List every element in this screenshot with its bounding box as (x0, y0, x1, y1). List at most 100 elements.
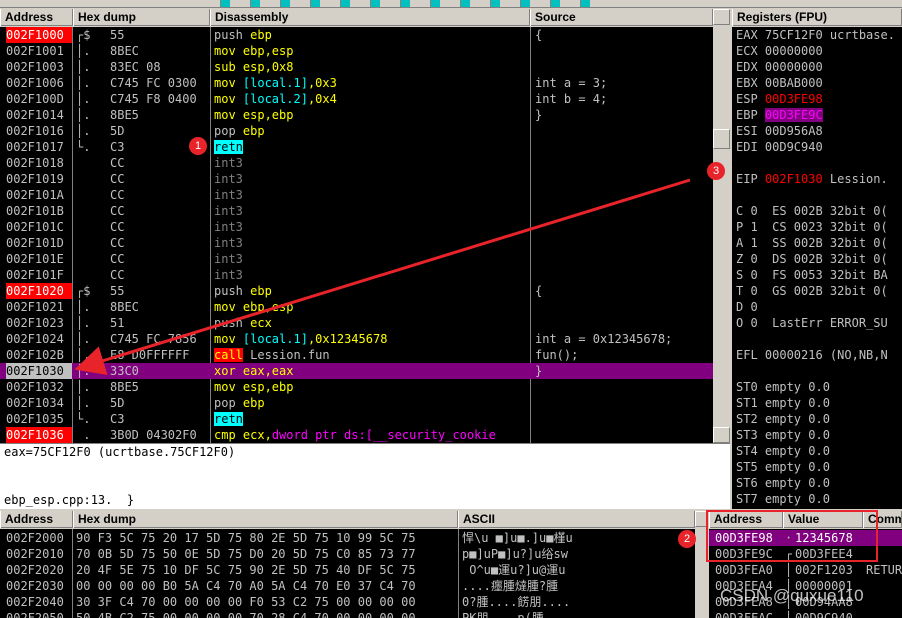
col-disassembly[interactable]: Disassembly (210, 9, 530, 26)
dump-row[interactable]: 002F2050 50 4B C2 75 00 00 00 00 70 28 C4… (0, 610, 695, 618)
disasm-address[interactable]: 002F1000 (6, 27, 72, 43)
disasm-row[interactable]: 002F1024 │. C745 FC 7856 mov [local.1],0x12… (0, 331, 713, 347)
disasm-instruction[interactable]: push ebp (214, 283, 528, 299)
disasm-instruction[interactable]: pop ebp (214, 395, 528, 411)
disasm-address[interactable]: 002F102B (6, 347, 72, 363)
stack-address[interactable]: 00D3FEA0 (715, 562, 773, 578)
disasm-row[interactable]: 002F1020 ┌$ 55 push ebp { (0, 283, 713, 299)
register-line[interactable]: 3 2 1 (736, 507, 902, 509)
dump-address[interactable]: 002F2030 (6, 578, 64, 594)
disasm-address[interactable]: 002F101C (6, 219, 72, 235)
disasm-instruction[interactable]: pop ebp (214, 123, 528, 139)
disasm-instruction[interactable]: int3 (214, 171, 528, 187)
disasm-row[interactable]: 002F101A CC int3 (0, 187, 713, 203)
disasm-row[interactable]: 002F101C CC int3 (0, 219, 713, 235)
col-address[interactable]: Address (0, 511, 73, 528)
disasm-row[interactable]: 002F1018 CC int3 (0, 155, 713, 171)
dump-address[interactable]: 002F2020 (6, 562, 64, 578)
disasm-address[interactable]: 002F101A (6, 187, 72, 203)
scroll-thumb[interactable] (713, 129, 730, 149)
disasm-address[interactable]: 002F101B (6, 203, 72, 219)
dump-row[interactable]: 002F2020 20 4F 5E 75 10 DF 5C 75 90 2E 5D… (0, 562, 695, 578)
disasm-instruction[interactable]: mov ebp,esp (214, 299, 528, 315)
disassembly-pane[interactable]: 002F1000 ┌$ 55 push ebp {002F1001 │. 8BEC mov e… (0, 27, 713, 443)
disasm-address[interactable]: 002F101F (6, 267, 72, 283)
disasm-address[interactable]: 002F1021 (6, 299, 72, 315)
disasm-instruction[interactable]: retn (214, 411, 528, 427)
register-line[interactable]: ST7 empty 0.0 (736, 491, 902, 507)
toolbar-button-strip[interactable] (210, 0, 610, 7)
disasm-address[interactable]: 002F1034 (6, 395, 72, 411)
registers-title[interactable]: Registers (FPU) (732, 9, 902, 26)
register-line[interactable]: ST5 empty 0.0 (736, 459, 902, 475)
stack-row[interactable]: 00D3FEAC │ 00D9C940 (709, 610, 902, 618)
dump-address[interactable]: 002F2040 (6, 594, 64, 610)
disasm-row[interactable]: 002F1021 │. 8BEC mov ebp,esp (0, 299, 713, 315)
disasm-row[interactable]: 002F1006 │. C745 FC 0300 mov [local.1],0x3 i… (0, 75, 713, 91)
col-hex-dump[interactable]: Hex dump (73, 9, 210, 26)
disasm-row[interactable]: 002F1032 │. 8BE5 mov esp,ebp (0, 379, 713, 395)
disasm-row[interactable]: 002F1036 . 3B0D 04302F0 cmp ecx,dword ptr … (0, 427, 713, 443)
register-line[interactable]: EBP 00D3FE9C (736, 107, 902, 123)
disasm-instruction[interactable]: retn (214, 139, 528, 155)
disasm-address[interactable]: 002F1016 (6, 123, 72, 139)
disasm-row[interactable]: 002F101B CC int3 (0, 203, 713, 219)
disasm-instruction[interactable]: int3 (214, 235, 528, 251)
col-hex-dump[interactable]: Hex dump (73, 511, 458, 528)
disasm-address[interactable]: 002F1017 (6, 139, 72, 155)
disasm-address[interactable]: 002F1036 (6, 427, 72, 443)
disasm-row[interactable]: 002F101D CC int3 (0, 235, 713, 251)
register-line[interactable] (736, 155, 902, 171)
register-line[interactable]: D 0 (736, 299, 902, 315)
disasm-address[interactable]: 002F1035 (6, 411, 72, 427)
register-line[interactable]: EIP 002F1030 Lession. (736, 171, 902, 187)
disasm-row[interactable]: 002F102B │. E8 D0FFFFFF call Lession.fun fun… (0, 347, 713, 363)
register-line[interactable]: P 1 CS 0023 32bit 0( (736, 219, 902, 235)
disasm-row[interactable]: 002F1030 │. 33C0 xor eax,eax} (0, 363, 713, 379)
register-line[interactable]: ESP 00D3FE98 (736, 91, 902, 107)
disassembly-scrollbar[interactable] (713, 9, 730, 443)
disasm-instruction[interactable]: int3 (214, 203, 528, 219)
dump-address[interactable]: 002F2010 (6, 546, 64, 562)
disasm-address[interactable]: 002F101E (6, 251, 72, 267)
disasm-address[interactable]: 002F1019 (6, 171, 72, 187)
register-line[interactable]: EFL 00000216 (NO,NB,N (736, 347, 902, 363)
register-line[interactable]: A 1 SS 002B 32bit 0( (736, 235, 902, 251)
disasm-instruction[interactable]: xor eax,eax (214, 363, 528, 379)
disasm-address[interactable]: 002F1003 (6, 59, 72, 75)
disasm-address[interactable]: 002F1006 (6, 75, 72, 91)
scroll-down-button[interactable] (713, 427, 730, 443)
register-line[interactable]: ST6 empty 0.0 (736, 475, 902, 491)
disasm-address[interactable]: 002F1023 (6, 315, 72, 331)
disasm-row[interactable]: 002F100D │. C745 F8 0400 mov [local.2],0x4 i… (0, 91, 713, 107)
disasm-instruction[interactable]: cmp ecx,dword ptr ds:[__security_cookie (214, 427, 528, 443)
register-value[interactable]: 00D3FE98 (765, 92, 823, 106)
register-value[interactable]: 002F1030 (765, 172, 823, 186)
dump-address[interactable]: 002F2050 (6, 610, 64, 618)
register-line[interactable]: ECX 00000000 (736, 43, 902, 59)
register-line[interactable]: C 0 ES 002B 32bit 0( (736, 203, 902, 219)
disasm-instruction[interactable]: push ebp (214, 27, 528, 43)
register-line[interactable]: ST4 empty 0.0 (736, 443, 902, 459)
disasm-row[interactable]: 002F1017 └. C3 retn (0, 139, 713, 155)
col-source[interactable]: Source (530, 9, 713, 26)
register-line[interactable] (736, 363, 902, 379)
col-ascii[interactable]: ASCII (458, 511, 695, 528)
register-line[interactable]: EAX 75CF12F0 ucrtbase. (736, 27, 902, 43)
disasm-address[interactable]: 002F1018 (6, 155, 72, 171)
register-line[interactable]: EDX 00000000 (736, 59, 902, 75)
register-line[interactable]: S 0 FS 0053 32bit BA (736, 267, 902, 283)
stack-row[interactable]: 00D3FEA0 │ 002F1203 RETUR (709, 562, 902, 578)
disasm-instruction[interactable]: call Lession.fun (214, 347, 528, 363)
disasm-row[interactable]: 002F101E CC int3 (0, 251, 713, 267)
disasm-row[interactable]: 002F101F CC int3 (0, 267, 713, 283)
register-line[interactable] (736, 187, 902, 203)
disasm-row[interactable]: 002F1035 └. C3 retn (0, 411, 713, 427)
register-line[interactable]: Z 0 DS 002B 32bit 0( (736, 251, 902, 267)
disasm-address[interactable]: 002F101D (6, 235, 72, 251)
disasm-address[interactable]: 002F1001 (6, 43, 72, 59)
register-line[interactable]: ST3 empty 0.0 (736, 427, 902, 443)
dump-row[interactable]: 002F2030 00 00 00 00 B0 5A C4 70 A0 5A C4… (0, 578, 695, 594)
disasm-instruction[interactable]: sub esp,0x8 (214, 59, 528, 75)
stack-address[interactable]: 00D3FEAC (715, 610, 773, 618)
